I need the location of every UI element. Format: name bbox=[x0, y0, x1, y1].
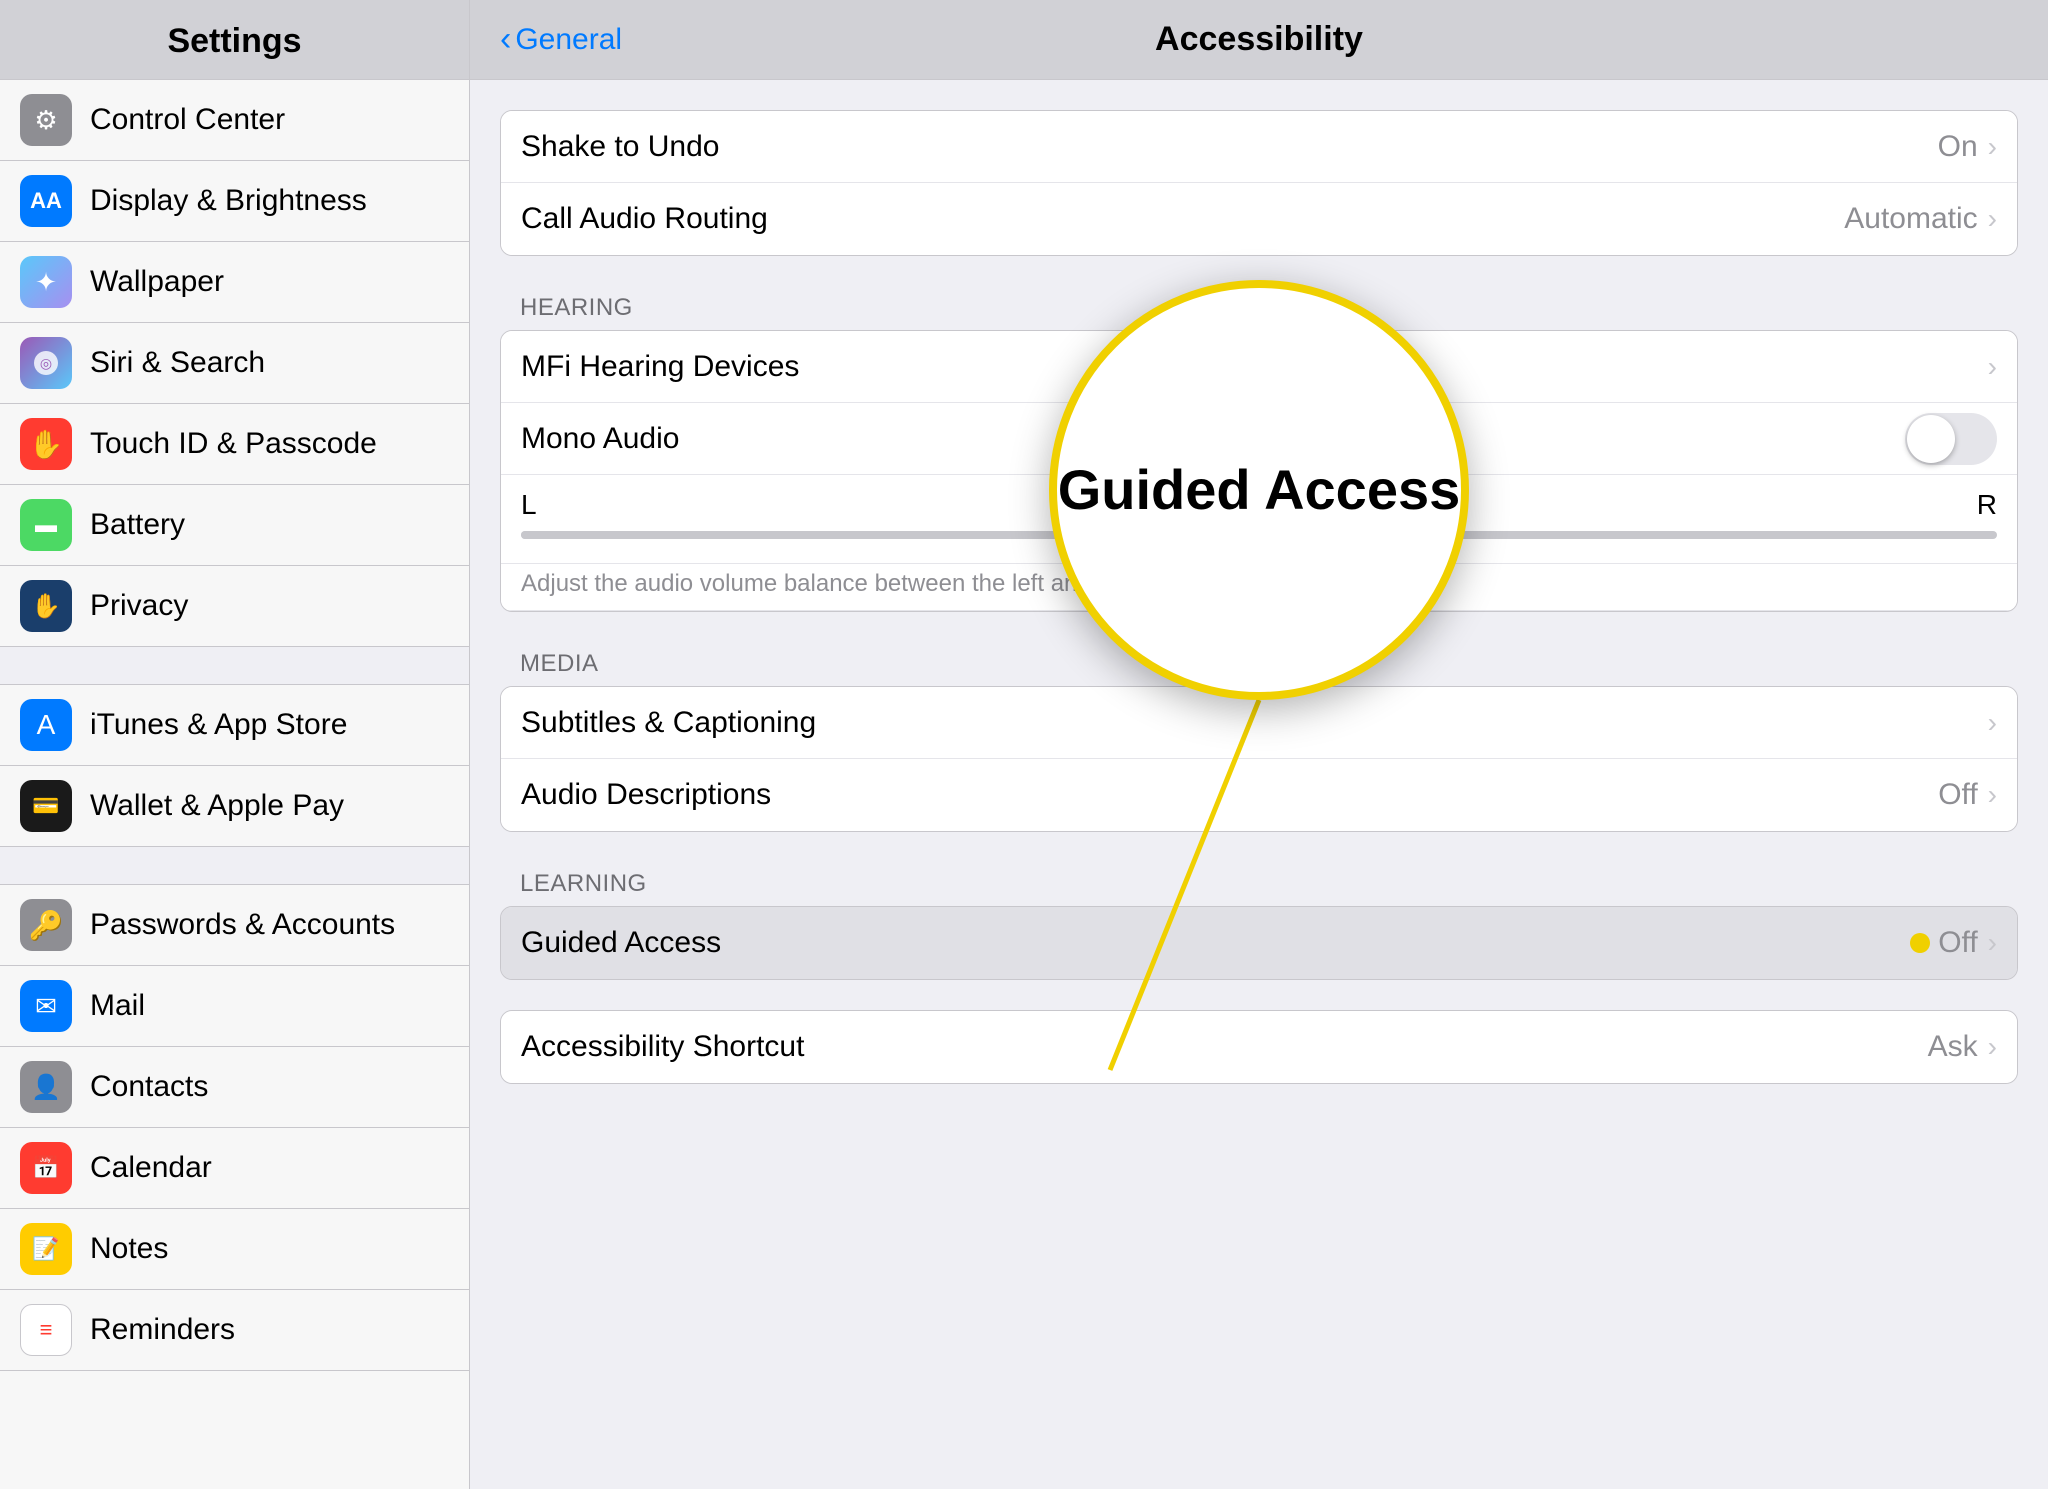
mono-audio-toggle[interactable] bbox=[1905, 413, 1997, 465]
privacy-icon: ✋ bbox=[20, 580, 72, 632]
sidebar-label-control-center: Control Center bbox=[90, 103, 285, 137]
sidebar-divider-2 bbox=[0, 847, 469, 885]
back-chevron-icon: ‹ bbox=[500, 20, 511, 59]
sidebar-label-mail: Mail bbox=[90, 989, 145, 1023]
sidebar-title: Settings bbox=[167, 22, 301, 60]
group-shortcut: Accessibility Shortcut Ask › bbox=[500, 1010, 2018, 1084]
sidebar-item-touch-id[interactable]: ✋ Touch ID & Passcode bbox=[0, 404, 469, 485]
sidebar-item-notes[interactable]: 📝 Notes bbox=[0, 1209, 469, 1290]
learning-header: LEARNING bbox=[500, 862, 2018, 906]
control-center-icon: ⚙ bbox=[20, 94, 72, 146]
sidebar-item-mail[interactable]: ✉ Mail bbox=[0, 966, 469, 1047]
sidebar-label-contacts: Contacts bbox=[90, 1070, 208, 1104]
sidebar-divider-1 bbox=[0, 647, 469, 685]
sidebar-label-wallet: Wallet & Apple Pay bbox=[90, 789, 344, 823]
slider-right-label: R bbox=[1977, 489, 1997, 521]
media-group-body: Subtitles & Captioning › Audio Descripti… bbox=[500, 686, 2018, 832]
contacts-icon: 👤 bbox=[20, 1061, 72, 1113]
display-brightness-icon: AA bbox=[20, 175, 72, 227]
audio-descriptions-value: Off bbox=[1938, 778, 1977, 812]
sidebar-item-calendar[interactable]: 📅 Calendar bbox=[0, 1128, 469, 1209]
shake-to-undo-chevron: › bbox=[1988, 131, 1997, 163]
sidebar-label-siri: Siri & Search bbox=[90, 346, 265, 380]
guided-access-value: Off bbox=[1938, 926, 1977, 960]
group-top-body: Shake to Undo On › Call Audio Routing Au… bbox=[500, 110, 2018, 256]
sidebar-header: Settings bbox=[0, 0, 469, 80]
sidebar-item-contacts[interactable]: 👤 Contacts bbox=[0, 1047, 469, 1128]
subtitles-chevron: › bbox=[1988, 707, 1997, 739]
sidebar-item-itunes[interactable]: A iTunes & App Store bbox=[0, 685, 469, 766]
slider-left-label: L bbox=[521, 489, 537, 521]
sidebar-label-wallpaper: Wallpaper bbox=[90, 265, 224, 299]
sidebar-label-calendar: Calendar bbox=[90, 1151, 212, 1185]
sidebar: Settings ⚙ Control Center AA Display & B… bbox=[0, 0, 470, 1489]
sidebar-item-wallet[interactable]: 💳 Wallet & Apple Pay bbox=[0, 766, 469, 847]
sidebar-label-reminders: Reminders bbox=[90, 1313, 235, 1347]
guided-access-dot bbox=[1910, 933, 1930, 953]
shortcut-group-body: Accessibility Shortcut Ask › bbox=[500, 1010, 2018, 1084]
passwords-icon: 🔑 bbox=[20, 899, 72, 951]
back-label: General bbox=[515, 23, 622, 57]
battery-icon: ▬ bbox=[20, 499, 72, 551]
accessibility-shortcut-label: Accessibility Shortcut bbox=[521, 1030, 1928, 1064]
accessibility-shortcut-value: Ask bbox=[1928, 1030, 1978, 1064]
page-title: Accessibility bbox=[500, 20, 2018, 59]
row-guided-access[interactable]: Guided Access Off › bbox=[501, 907, 2017, 979]
sidebar-item-reminders[interactable]: ≡ Reminders bbox=[0, 1290, 469, 1371]
mfi-chevron: › bbox=[1988, 351, 1997, 383]
sidebar-label-itunes: iTunes & App Store bbox=[90, 708, 347, 742]
sidebar-label-touch-id: Touch ID & Passcode bbox=[90, 427, 377, 461]
back-button[interactable]: ‹ General bbox=[500, 20, 622, 59]
group-learning: LEARNING Guided Access Off › bbox=[500, 862, 2018, 980]
shake-to-undo-label: Shake to Undo bbox=[521, 130, 1938, 164]
group-top: Shake to Undo On › Call Audio Routing Au… bbox=[500, 110, 2018, 256]
row-accessibility-shortcut[interactable]: Accessibility Shortcut Ask › bbox=[501, 1011, 2017, 1083]
reminders-icon: ≡ bbox=[20, 1304, 72, 1356]
sidebar-item-siri[interactable]: ◎ Siri & Search bbox=[0, 323, 469, 404]
shake-to-undo-value: On bbox=[1938, 130, 1978, 164]
call-audio-value: Automatic bbox=[1844, 202, 1977, 236]
magnify-label: Guided Access bbox=[1058, 459, 1461, 521]
row-shake-to-undo[interactable]: Shake to Undo On › bbox=[501, 111, 2017, 183]
call-audio-chevron: › bbox=[1988, 203, 1997, 235]
sidebar-item-battery[interactable]: ▬ Battery bbox=[0, 485, 469, 566]
accessibility-shortcut-chevron: › bbox=[1988, 1031, 1997, 1063]
main-panel: ‹ General Accessibility Shake to Undo On… bbox=[470, 0, 2048, 1489]
mono-audio-toggle-knob bbox=[1907, 415, 1955, 463]
main-header: ‹ General Accessibility bbox=[470, 0, 2048, 80]
sidebar-item-control-center[interactable]: ⚙ Control Center bbox=[0, 80, 469, 161]
touch-id-icon: ✋ bbox=[20, 418, 72, 470]
audio-descriptions-chevron: › bbox=[1988, 779, 1997, 811]
sidebar-label-passwords: Passwords & Accounts bbox=[90, 908, 395, 942]
sidebar-item-passwords[interactable]: 🔑 Passwords & Accounts bbox=[0, 885, 469, 966]
call-audio-label: Call Audio Routing bbox=[521, 202, 1844, 236]
sidebar-label-privacy: Privacy bbox=[90, 589, 188, 623]
learning-group-body: Guided Access Off › bbox=[500, 906, 2018, 980]
guided-access-label: Guided Access bbox=[521, 926, 1910, 960]
notes-icon: 📝 bbox=[20, 1223, 72, 1275]
row-call-audio[interactable]: Call Audio Routing Automatic › bbox=[501, 183, 2017, 255]
wallpaper-icon: ✦ bbox=[20, 256, 72, 308]
row-audio-descriptions[interactable]: Audio Descriptions Off › bbox=[501, 759, 2017, 831]
wallet-icon: 💳 bbox=[20, 780, 72, 832]
sidebar-item-privacy[interactable]: ✋ Privacy bbox=[0, 566, 469, 647]
siri-icon: ◎ bbox=[20, 337, 72, 389]
sidebar-item-display-brightness[interactable]: AA Display & Brightness bbox=[0, 161, 469, 242]
sidebar-label-battery: Battery bbox=[90, 508, 185, 542]
sidebar-label-display-brightness: Display & Brightness bbox=[90, 184, 367, 218]
sidebar-item-wallpaper[interactable]: ✦ Wallpaper bbox=[0, 242, 469, 323]
sidebar-label-notes: Notes bbox=[90, 1232, 168, 1266]
subtitles-label: Subtitles & Captioning bbox=[521, 706, 1988, 740]
guided-access-chevron: › bbox=[1988, 927, 1997, 959]
audio-descriptions-label: Audio Descriptions bbox=[521, 778, 1938, 812]
mail-icon: ✉ bbox=[20, 980, 72, 1032]
calendar-icon: 📅 bbox=[20, 1142, 72, 1194]
svg-text:◎: ◎ bbox=[40, 355, 52, 371]
itunes-icon: A bbox=[20, 699, 72, 751]
magnify-overlay: Guided Access bbox=[1049, 280, 1469, 700]
sidebar-list: ⚙ Control Center AA Display & Brightness… bbox=[0, 80, 469, 1489]
